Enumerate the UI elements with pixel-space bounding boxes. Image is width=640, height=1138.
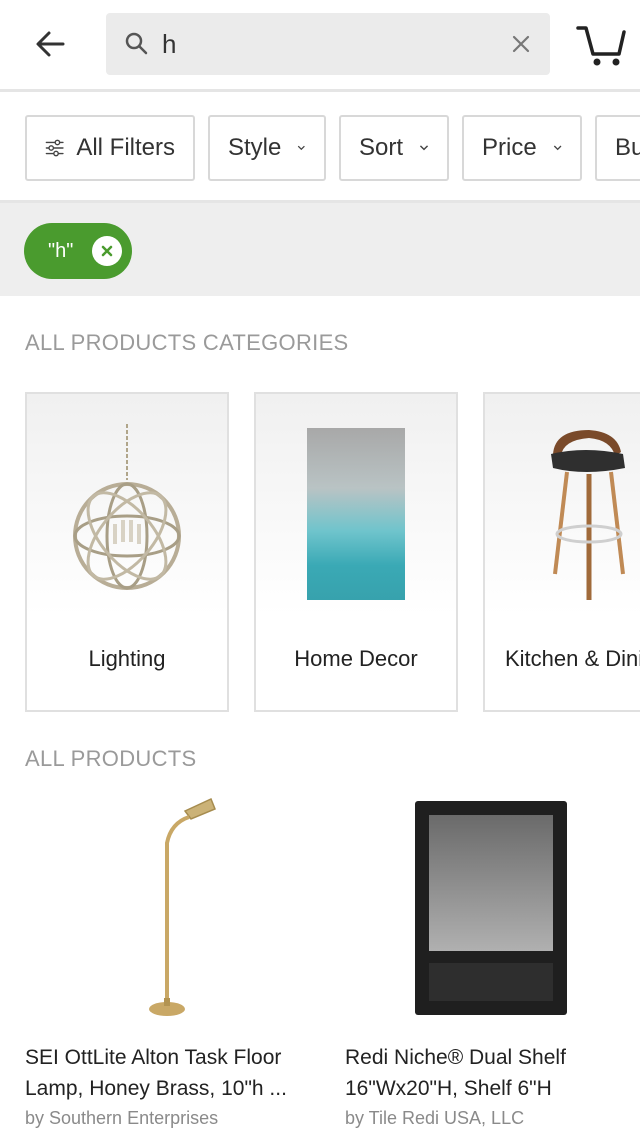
all-filters-button[interactable]: All Filters: [25, 115, 195, 181]
style-filter-button[interactable]: Style: [208, 115, 326, 181]
rug-image: [256, 414, 456, 614]
brand-filter-button[interactable]: Bu: [595, 115, 640, 181]
sliders-icon: [45, 139, 64, 157]
back-button[interactable]: [26, 20, 74, 68]
floor-lamp-image: [25, 790, 317, 1026]
price-filter-label: Price: [482, 134, 537, 161]
categories-section-title: ALL PRODUCTS CATEGORIES: [25, 330, 349, 355]
chandelier-image: [27, 414, 227, 614]
filter-bar: All Filters Style Sort Price Bu: [0, 95, 640, 203]
search-icon: [125, 32, 148, 55]
search-term-chip[interactable]: "h": [24, 223, 132, 279]
top-bar: [0, 0, 640, 92]
search-input[interactable]: [162, 25, 492, 63]
active-filters-bar: "h": [0, 203, 640, 296]
remove-chip-button[interactable]: [92, 236, 122, 266]
products-section-title: ALL PRODUCTS: [25, 746, 197, 771]
category-label: Lighting: [88, 646, 166, 671]
chevron-down-icon: [419, 145, 429, 151]
product-brand: by Tile Redi USA, LLC: [345, 1108, 525, 1128]
clear-search-icon[interactable]: [508, 31, 534, 57]
category-card-home-decor[interactable]: Home Decor: [254, 392, 458, 712]
product-name: SEI OttLite Alton Task Floor Lamp, Honey…: [25, 1046, 287, 1100]
category-label: Home Decor: [294, 646, 418, 671]
sort-button[interactable]: Sort: [339, 115, 449, 181]
category-label: Kitchen & Dini: [505, 646, 640, 671]
category-card-kitchen-dining[interactable]: Kitchen & Dini: [483, 392, 640, 712]
style-filter-label: Style: [228, 134, 282, 161]
chevron-down-icon: [553, 145, 562, 151]
product-brand: by Southern Enterprises: [25, 1108, 219, 1128]
price-filter-button[interactable]: Price: [462, 115, 582, 181]
chevron-down-icon: [298, 145, 306, 151]
brand-filter-label: Bu: [615, 134, 640, 161]
category-card-lighting[interactable]: Lighting: [25, 392, 229, 712]
all-filters-label: All Filters: [76, 134, 175, 161]
sort-label: Sort: [359, 134, 404, 161]
bar-stool-image: [485, 414, 640, 614]
close-icon: [101, 245, 113, 257]
search-box[interactable]: [106, 13, 550, 75]
product-card[interactable]: Redi Niche® Dual Shelf 16"Wx20"H, Shelf …: [345, 790, 637, 1130]
cart-icon[interactable]: [574, 16, 630, 72]
shower-niche-image: [345, 790, 637, 1026]
product-name: Redi Niche® Dual Shelf 16"Wx20"H, Shelf …: [345, 1046, 566, 1100]
arrow-left-icon: [36, 31, 65, 57]
product-card[interactable]: SEI OttLite Alton Task Floor Lamp, Honey…: [25, 790, 317, 1130]
chip-label: "h": [48, 239, 74, 262]
